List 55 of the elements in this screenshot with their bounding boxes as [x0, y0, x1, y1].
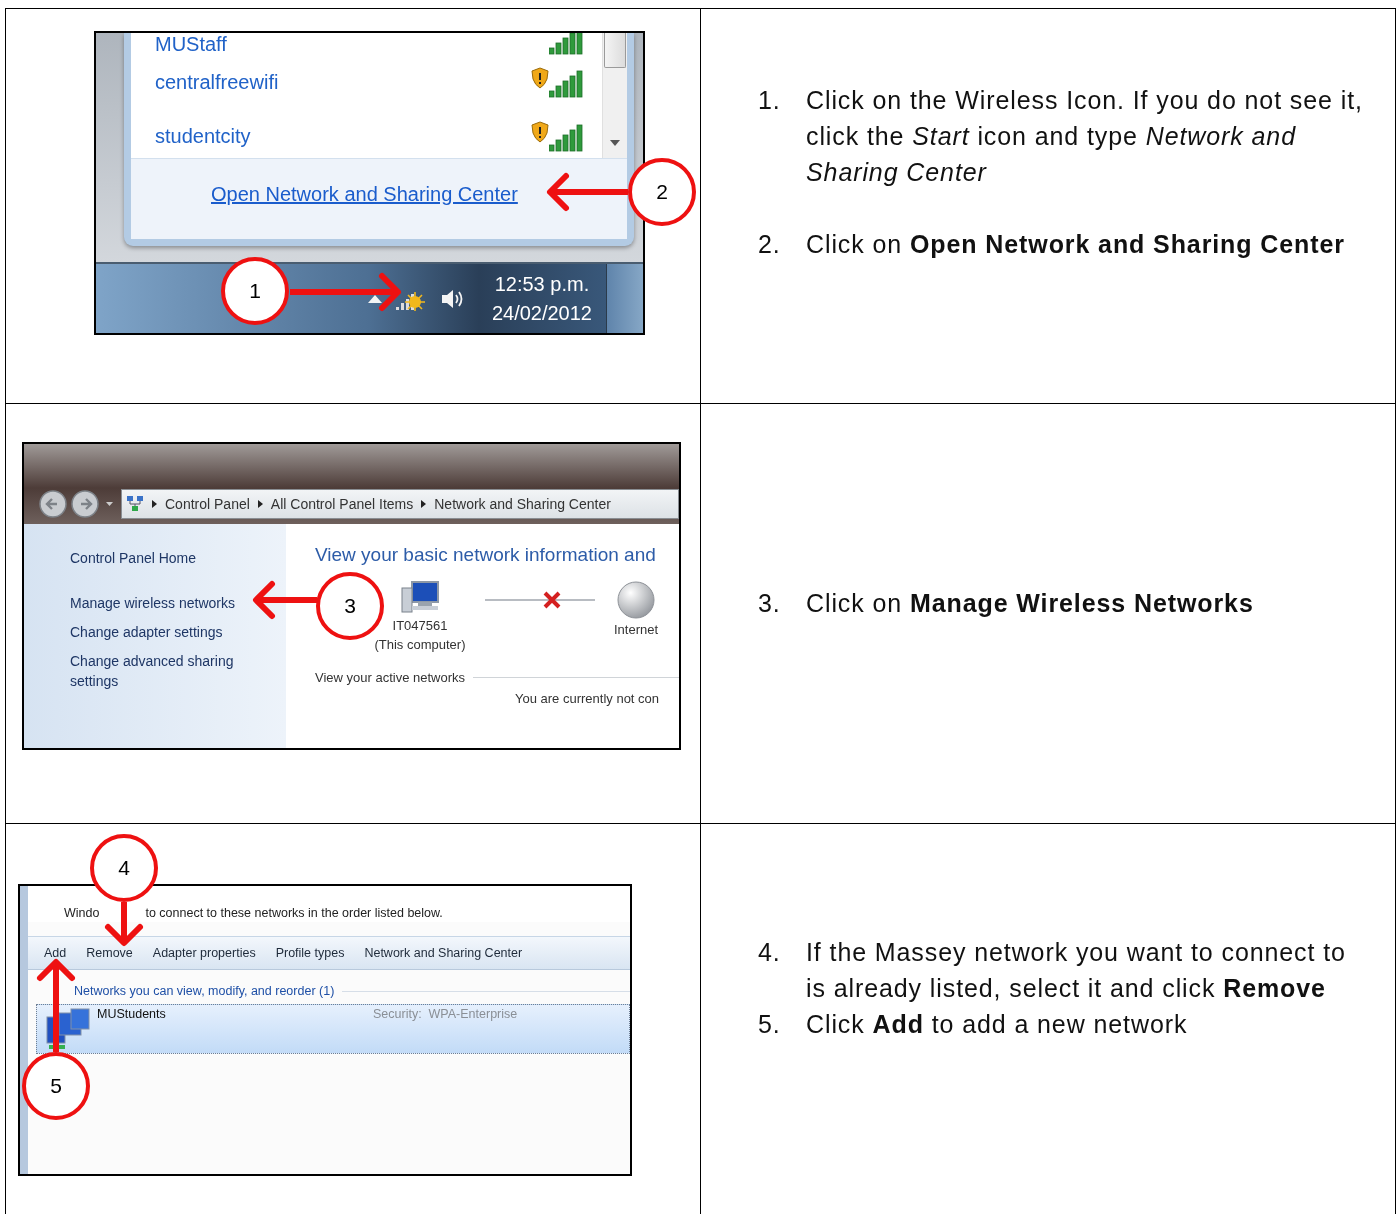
instruction-text: Click on the Wireless Icon. If you do not see it, click the Start icon and type Network and Sharing Center [806, 85, 1364, 188]
navigation-link[interactable]: Manage wireless networks [70, 593, 235, 613]
toolbar-button[interactable]: Add [36, 942, 75, 964]
step-number: 2. [758, 229, 782, 260]
status-text: You are currently not con [514, 691, 661, 706]
triangle-up-icon[interactable] [367, 294, 382, 303]
clock[interactable]: 12:53 p.m. 24/02/2012 [491, 269, 592, 328]
back-button-icon[interactable] [38, 489, 68, 519]
callout-number: 2 [628, 158, 696, 226]
breadcrumb-arrow-icon [257, 500, 263, 508]
breadcrumb-item[interactable]: Network and Sharing Center [434, 496, 611, 512]
open-network-center-link[interactable]: Open Network and Sharing Center [211, 183, 518, 205]
network-list-item[interactable]: MUStaff [131, 33, 602, 55]
page-heading: View your basic network information and [315, 544, 657, 566]
description-text: Windo [64, 906, 100, 922]
internet-label: Internet [613, 621, 659, 639]
step-number: 4. [758, 937, 782, 968]
step-number: 1. [758, 85, 782, 116]
scrollbar-thumb[interactable] [604, 33, 626, 68]
globe-icon [616, 580, 656, 620]
navigation-link[interactable]: Control Panel Home [70, 548, 197, 568]
signal-bars-icon [549, 33, 584, 55]
toolbar-button[interactable]: Profile types [267, 942, 353, 964]
group-header: Networks you can view, modify, and reorder (1) [74, 984, 335, 998]
scrollbar[interactable] [602, 33, 627, 158]
address-bar[interactable]: Control Panel All Control Panel Items Network and Sharing Center [121, 489, 679, 519]
instruction-text: Click Add to add a new network [806, 1009, 1188, 1040]
section-label: View your active networks [315, 670, 466, 685]
toolbar-button[interactable]: Adapter properties [144, 942, 264, 964]
toolbar-button[interactable]: Remove [78, 942, 141, 964]
breadcrumb-item[interactable]: Control Panel [165, 496, 250, 512]
description-text: to connect to these networks in the order listed below. [145, 906, 443, 922]
computer-icon [400, 580, 440, 616]
breadcrumb-arrow-icon [152, 500, 157, 508]
network-list-item[interactable]: centralfreewifi [131, 55, 602, 109]
computer-name: IT047561 [392, 617, 448, 635]
navigation-link[interactable]: Change adapter settings [70, 622, 223, 642]
network-list-item[interactable]: MUStudents Security: WPA-Enterprise [36, 1004, 630, 1054]
computer-network-icon [45, 1007, 91, 1051]
breadcrumb-arrow-icon [421, 500, 427, 508]
network-list-item[interactable]: studentcity [131, 109, 602, 158]
speaker-icon[interactable] [439, 287, 464, 310]
step-number: 3. [758, 588, 782, 619]
toolbar-button[interactable]: Network and Sharing Center [356, 942, 531, 964]
callout-number: 4 [90, 834, 158, 902]
caret-icon[interactable] [106, 502, 113, 506]
network-icon [126, 495, 144, 513]
navigation-link[interactable]: Change advanced sharing settings [70, 651, 255, 691]
scroll-down-arrow-icon[interactable] [610, 140, 620, 146]
forward-button-icon[interactable] [70, 489, 100, 519]
show-desktop-button[interactable] [606, 264, 643, 333]
instruction-text: Click on Manage Wireless Networks [806, 588, 1254, 619]
instruction-text: Click on Open Network and Sharing Center [806, 229, 1345, 260]
step-number: 5. [758, 1009, 782, 1040]
breadcrumb-item[interactable]: All Control Panel Items [270, 496, 414, 512]
